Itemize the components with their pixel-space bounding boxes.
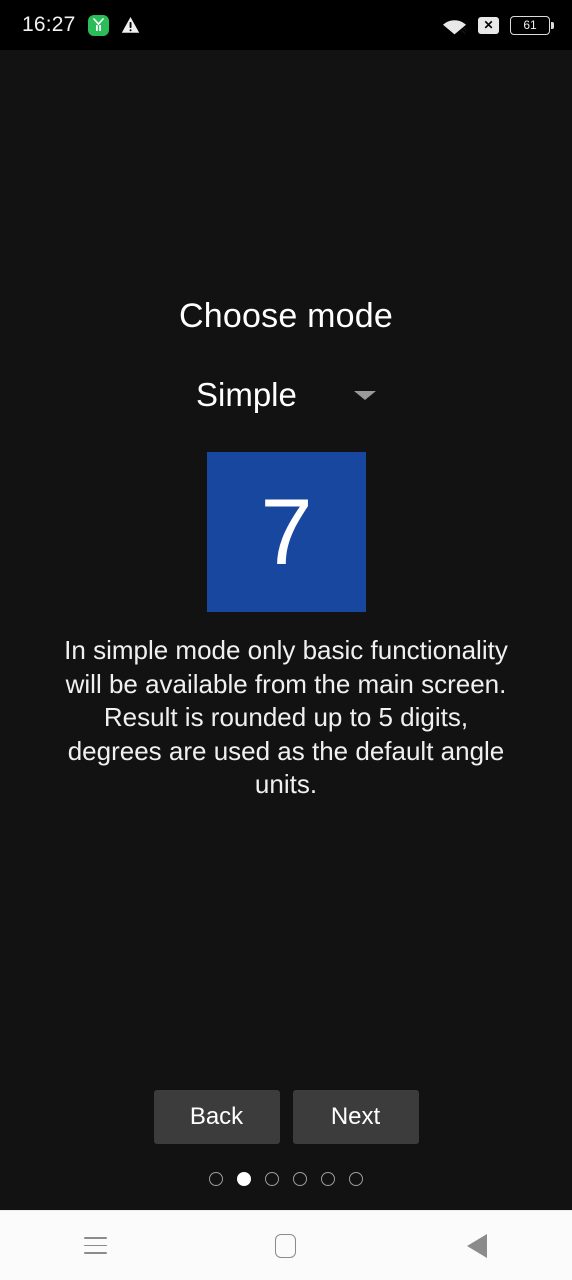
status-bar-clock: 16:27 [22, 13, 76, 36]
wifi-icon [442, 16, 467, 35]
page-indicator-dot[interactable] [293, 1172, 307, 1186]
back-button[interactable]: Back [153, 1090, 280, 1144]
chevron-down-icon [354, 390, 376, 400]
system-navigation-bar [0, 1210, 572, 1280]
mode-preview-digit: 7 [260, 479, 312, 584]
page-title: Choose mode [179, 297, 393, 335]
status-bar-right: ✕ 61 [442, 15, 554, 35]
page-indicator-dot[interactable] [237, 1172, 251, 1186]
menu-icon [83, 1237, 107, 1254]
next-button[interactable]: Next [292, 1090, 419, 1144]
green-app-icon [87, 14, 109, 36]
mode-dropdown[interactable]: Simple [164, 376, 408, 414]
no-sim-x-icon: ✕ [478, 16, 499, 34]
phone-screen: 16:27 ✕ 61 Choose mode Simple 7 In simpl… [0, 0, 572, 1280]
page-indicator-dot[interactable] [349, 1172, 363, 1186]
recents-button[interactable] [50, 1211, 140, 1280]
home-icon [275, 1233, 297, 1258]
navigation-button-row: Back Next [153, 1090, 419, 1144]
battery-level-text: 61 [523, 18, 537, 32]
warning-triangle-icon [121, 16, 140, 34]
mode-preview-box: 7 [206, 452, 366, 612]
battery-icon: 61 [510, 15, 554, 35]
page-indicator-dot[interactable] [209, 1172, 223, 1186]
status-bar-left: 16:27 [22, 13, 140, 37]
mode-dropdown-value: Simple [196, 376, 297, 413]
page-indicator-dot[interactable] [321, 1172, 335, 1186]
back-icon [466, 1233, 487, 1258]
back-button-system[interactable] [432, 1211, 522, 1280]
page-indicator-dot[interactable] [265, 1172, 279, 1186]
main-content: Choose mode Simple 7 In simple mode only… [0, 50, 572, 1210]
home-button[interactable] [241, 1211, 331, 1280]
page-indicator [209, 1172, 363, 1186]
status-bar: 16:27 ✕ 61 [0, 0, 572, 50]
footer: Back Next [0, 1090, 572, 1210]
mode-description: In simple mode only basic functionality … [64, 635, 508, 799]
